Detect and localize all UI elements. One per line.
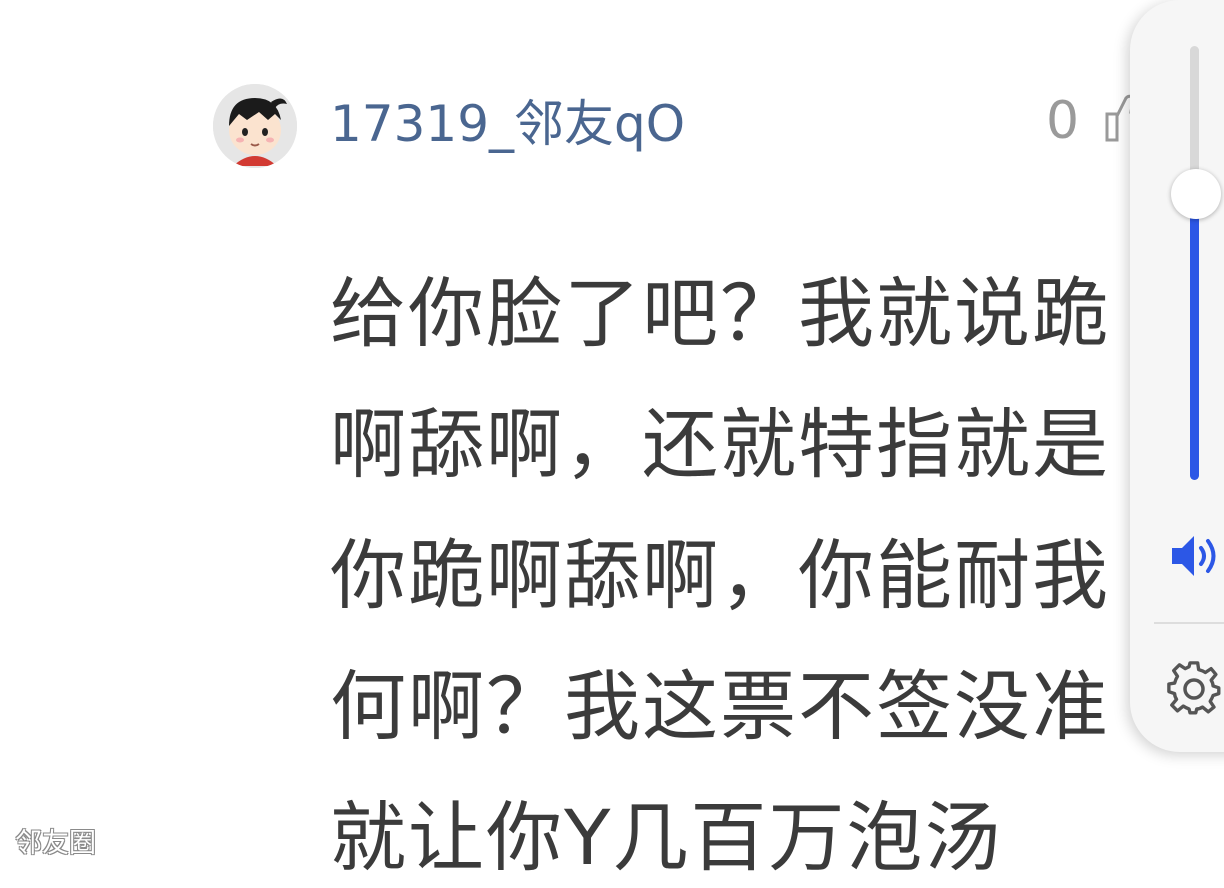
username-link[interactable]: 17319_邻友qO — [330, 93, 685, 155]
like-count: 0 — [1046, 91, 1080, 151]
comment-line: 就让你Y几百万泡汤 — [330, 793, 1003, 882]
volume-slider-fill — [1190, 194, 1199, 480]
comment-line: 啊舔啊，还就特指就是 — [330, 400, 1110, 489]
volume-panel — [1130, 0, 1224, 752]
user-avatar[interactable] — [213, 84, 297, 168]
comment-line: 给你脸了吧？我就说跪 — [330, 269, 1110, 358]
comment-line: 你跪啊舔啊，你能耐我 — [330, 531, 1110, 620]
comment-line: 何啊？我这票不签没准 — [330, 662, 1110, 751]
watermark: 邻友圈 — [15, 828, 96, 859]
volume-slider[interactable] — [1190, 46, 1199, 480]
volume-slider-thumb[interactable] — [1171, 169, 1221, 219]
speaker-icon[interactable] — [1170, 530, 1224, 582]
gear-icon[interactable] — [1166, 660, 1222, 716]
panel-divider — [1154, 622, 1224, 624]
comment-text: 给你脸了吧？我就说跪 啊舔啊，还就特指就是 你跪啊舔啊，你能耐我 何啊？我这票不… — [330, 248, 1224, 888]
